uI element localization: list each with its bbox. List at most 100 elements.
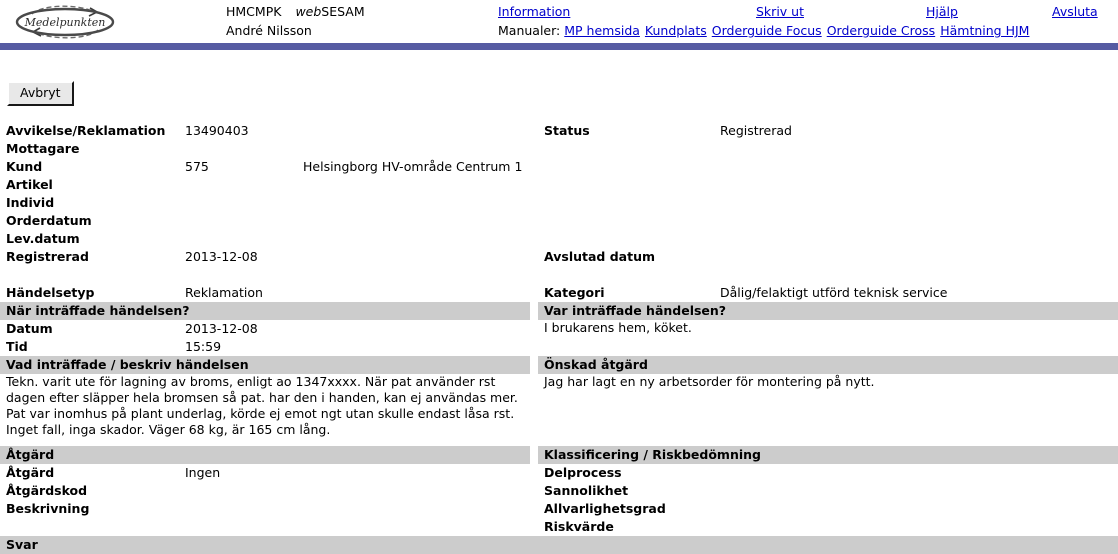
event-time-label: Tid	[6, 339, 28, 354]
nav-manuals-row: Manualer: MP hemsida Kundplats Orderguide F…	[498, 21, 1118, 40]
field-order-date-right-empty	[538, 212, 1118, 230]
manuals-label: Manualer:	[498, 23, 561, 38]
link-kundplats[interactable]: Kundplats	[645, 23, 707, 38]
event-date-value: 2013-12-08	[185, 321, 258, 336]
link-orderguide-focus[interactable]: Orderguide Focus	[712, 23, 822, 38]
field-individual-right-empty	[538, 194, 1118, 212]
field-subprocess: Delprocess	[538, 464, 1118, 482]
action-band-label: Åtgärd	[6, 447, 55, 462]
field-event-date: Datum 2013-12-08	[0, 320, 530, 338]
link-skriv-ut[interactable]: Skriv ut	[756, 2, 804, 21]
link-information[interactable]: Information	[498, 2, 570, 21]
desired-action-text: Jag har lagt en ny arbetsorder för monte…	[544, 374, 875, 389]
field-individual: Individ	[0, 194, 530, 212]
what-happened-text: Tekn. varit ute för lagning av broms, en…	[6, 374, 518, 437]
action-code-label: Åtgärdskod	[6, 483, 88, 498]
row-event-type-category: Händelsetyp Reklamation Kategori Dålig/f…	[0, 284, 1118, 302]
field-order-date: Orderdatum	[0, 212, 530, 230]
field-delivery-date-right-empty	[538, 230, 1118, 248]
field-event-time: Tid 15:59	[0, 338, 530, 356]
row-band-when-where: När inträffade händelsen? Var inträffade…	[0, 302, 1118, 320]
row-event-time: Tid 15:59	[0, 338, 1118, 356]
band-desired-action: Önskad åtgärd	[538, 356, 1118, 374]
subprocess-label: Delprocess	[544, 465, 622, 480]
risk-band-label: Klassificering / Riskbedömning	[544, 447, 761, 462]
link-avsluta[interactable]: Avsluta	[1052, 2, 1098, 21]
individual-label: Individ	[6, 195, 55, 210]
band-where-event: Var inträffade händelsen?	[538, 302, 1118, 320]
cancel-button[interactable]: Avbryt	[7, 81, 74, 106]
app-name-prefix: web	[295, 4, 322, 19]
band-action: Åtgärd	[0, 446, 530, 464]
field-category: Kategori Dålig/felaktigt utförd teknisk …	[538, 284, 1118, 302]
field-action: Åtgärd Ingen	[0, 464, 530, 482]
field-action-filler	[0, 518, 530, 536]
field-probability: Sannolikhet	[538, 482, 1118, 500]
row-deviation-status: Avvikelse/Reklamation 13490403 Status Re…	[0, 122, 1118, 140]
row-description-severity: Beskrivning Allvarlighetsgrad	[0, 500, 1118, 518]
link-mp-hemsida[interactable]: MP hemsida	[564, 23, 640, 38]
link-orderguide-cross[interactable]: Orderguide Cross	[827, 23, 936, 38]
band-what-happened: Vad inträffade / beskriv händelsen	[0, 356, 530, 374]
closed-date-label: Avslutad datum	[544, 249, 655, 264]
field-recipient: Mottagare	[0, 140, 530, 158]
customer-name: Helsingborg HV-område Centrum 1	[303, 159, 523, 174]
customer-number: 575	[185, 159, 209, 174]
row-delivery-date: Lev.datum	[0, 230, 1118, 248]
field-recipient-right-empty	[538, 140, 1118, 158]
org-code: HMCMPK	[226, 4, 282, 19]
field-desired-action-text: Jag har lagt en ny arbetsorder för monte…	[538, 374, 1118, 446]
field-what-happened-text: Tekn. varit ute för lagning av broms, en…	[0, 374, 530, 446]
row-article: Artikel	[0, 176, 1118, 194]
action-label: Åtgärd	[6, 465, 55, 480]
category-label: Kategori	[544, 285, 605, 300]
desired-band-label: Önskad åtgärd	[544, 357, 648, 372]
app-identity: HMCMPK webSESAM André Nilsson	[226, 2, 365, 40]
toolbar: Avbryt	[0, 52, 1118, 106]
recipient-label: Mottagare	[6, 141, 80, 156]
field-customer-right-empty	[538, 158, 1118, 176]
field-event-place: I brukarens hem, köket.	[538, 320, 1118, 338]
event-type-value: Reklamation	[185, 285, 263, 300]
deviation-label: Avvikelse/Reklamation	[6, 123, 166, 138]
row-order-date: Orderdatum	[0, 212, 1118, 230]
row-individual: Individ	[0, 194, 1118, 212]
row-spacer	[0, 266, 1118, 284]
answer-band-label: Svar	[6, 537, 38, 552]
delivery-date-label: Lev.datum	[6, 231, 80, 246]
row-action-subprocess: Åtgärd Ingen Delprocess	[0, 464, 1118, 482]
app-name-suffix: SESAM	[321, 4, 365, 19]
field-event-type: Händelsetyp Reklamation	[0, 284, 530, 302]
event-type-label: Händelsetyp	[6, 285, 95, 300]
link-hjalp[interactable]: Hjälp	[926, 2, 958, 21]
field-deviation: Avvikelse/Reklamation 13490403	[0, 122, 530, 140]
probability-label: Sannolikhet	[544, 483, 629, 498]
link-hamtning-hjm[interactable]: Hämtning HJM	[940, 23, 1029, 38]
article-label: Artikel	[6, 177, 53, 192]
field-status: Status Registrerad	[538, 122, 1118, 140]
page-header: Medelpunkten HMCMPK webSESAM André Nilsso…	[0, 0, 1118, 50]
form-content: Avvikelse/Reklamation 13490403 Status Re…	[0, 122, 1118, 554]
band-when-event: När inträffade händelsen?	[0, 302, 530, 320]
row-freetext-block: Tekn. varit ute för lagning av broms, en…	[0, 374, 1118, 446]
medelpunkten-logo: Medelpunkten	[2, 2, 130, 42]
deviation-value: 13490403	[185, 123, 249, 138]
row-actioncode-probability: Åtgärdskod Sannolikhet	[0, 482, 1118, 500]
risk-value-label: Riskvärde	[544, 519, 614, 534]
registered-label: Registrerad	[6, 249, 89, 264]
row-band-action-risk: Åtgärd Klassificering / Riskbedömning	[0, 446, 1118, 464]
row-event-date-place: Datum 2013-12-08 I brukarens hem, köket.	[0, 320, 1118, 338]
severity-label: Allvarlighetsgrad	[544, 501, 666, 516]
action-value: Ingen	[185, 465, 221, 480]
nav-primary-row: Information Skriv ut Hjälp Avsluta	[498, 2, 1118, 21]
status-label: Status	[544, 123, 590, 138]
field-risk-value: Riskvärde	[538, 518, 1118, 536]
field-article: Artikel	[0, 176, 530, 194]
field-description: Beskrivning	[0, 500, 530, 518]
row-customer: Kund 575 Helsingborg HV-område Centrum 1	[0, 158, 1118, 176]
user-name: André Nilsson	[226, 23, 312, 38]
what-band-label: Vad inträffade / beskriv händelsen	[6, 357, 249, 372]
logo-wordmark: Medelpunkten	[24, 16, 106, 29]
event-date-label: Datum	[6, 321, 53, 336]
field-closed-date: Avslutad datum	[538, 248, 1118, 266]
